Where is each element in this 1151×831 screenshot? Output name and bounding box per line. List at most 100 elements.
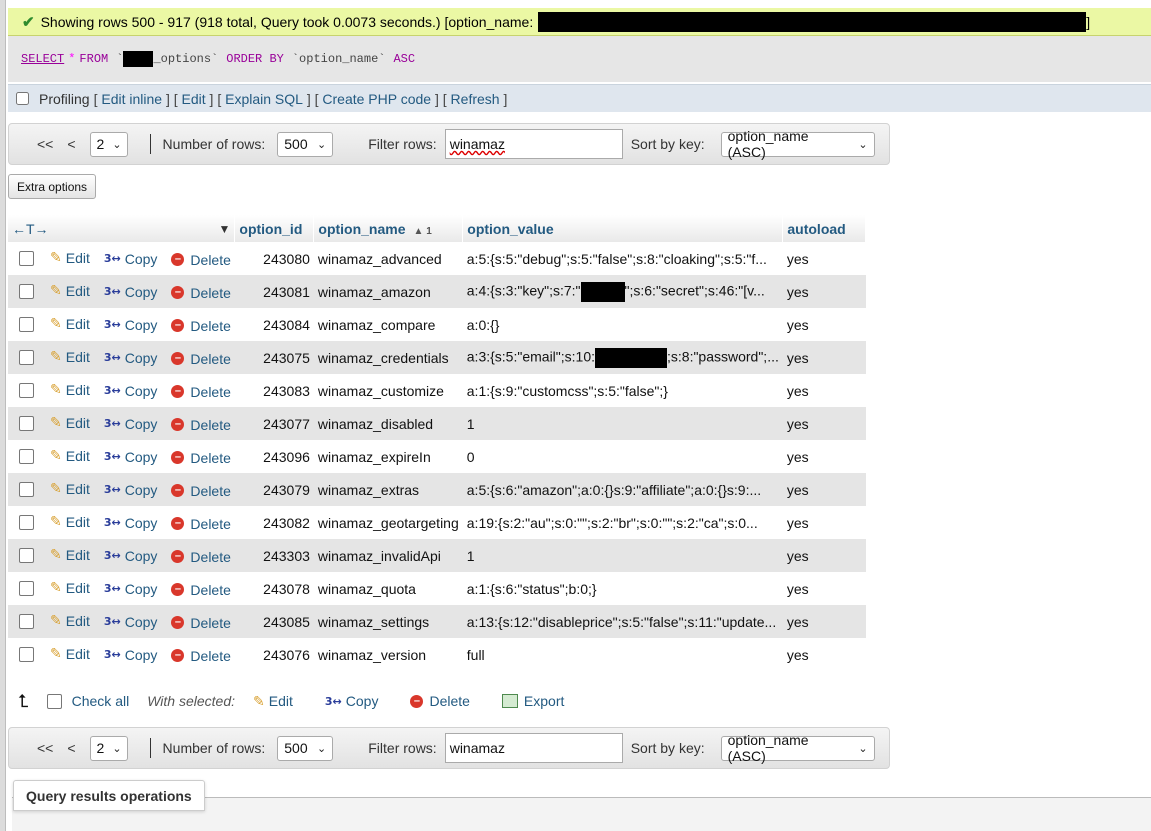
edit-button[interactable]: ✎ Edit [50,480,90,497]
edit-link[interactable]: Edit [182,91,206,107]
copy-button[interactable]: 3↔ Copy [104,416,158,432]
edit-button[interactable]: ✎ Edit [50,381,90,398]
copy-button[interactable]: 3↔ Copy [104,581,158,597]
delete-button[interactable]: – Delete [171,384,231,400]
header-autoload[interactable]: autoload [782,215,867,242]
header-option-name[interactable]: option_name ▲ 1 [313,215,464,242]
first-page-button[interactable]: << [37,136,53,152]
filter-input-bottom[interactable]: winamaz [444,733,623,763]
row-checkbox[interactable] [19,416,34,432]
option-value-cell[interactable]: a:0:{} [462,308,783,341]
page-select-bottom[interactable]: 2 ⌄ [89,735,128,761]
option-id-cell[interactable]: 243075 [234,341,314,374]
copy-button[interactable]: 3↔ Copy [104,350,158,366]
sql-select[interactable]: SELECT [21,52,64,66]
row-checkbox[interactable] [19,548,34,564]
delete-button[interactable]: – Delete [171,648,231,664]
autoload-cell[interactable]: yes [782,506,866,539]
row-checkbox[interactable] [19,515,34,531]
row-checkbox[interactable] [19,383,34,399]
option-name-cell[interactable]: winamaz_settings [313,605,463,638]
edit-button[interactable]: ✎ Edit [50,546,90,563]
delete-button[interactable]: – Delete [171,285,231,301]
bulk-delete-button[interactable]: – Delete [410,693,470,709]
autoload-cell[interactable]: yes [782,605,866,638]
option-name-cell[interactable]: winamaz_credentials [313,341,463,374]
option-id-cell[interactable]: 243080 [234,242,314,275]
prev-page-button-bottom[interactable]: < [67,740,75,756]
row-checkbox[interactable] [19,251,34,267]
filter-input[interactable]: winamaz [444,129,623,159]
option-value-cell[interactable]: a:3:{s:5:"email";s:10: ;s:8:"password";..… [462,341,783,374]
extra-options-button[interactable]: Extra options [8,174,97,199]
autoload-cell[interactable]: yes [782,341,866,374]
option-value-cell[interactable]: a:4:{s:3:"key";s:7:" ";s:6:"secret";s:46:… [462,275,783,308]
option-name-cell[interactable]: winamaz_version [313,638,463,671]
option-value-cell[interactable]: a:5:{s:6:"amazon";a:0:{}s:9:"affiliate";… [462,473,783,506]
edit-button[interactable]: ✎ Edit [50,282,90,299]
edit-inline-link[interactable]: Edit inline [101,91,162,107]
sort-select-bottom[interactable]: option_name (ASC) ⌄ [720,732,875,764]
option-id-cell[interactable]: 243303 [234,539,314,572]
row-checkbox[interactable] [19,581,34,597]
option-id-cell[interactable]: 243084 [234,308,314,341]
bulk-copy-button[interactable]: 3↔ Copy [325,693,379,709]
check-all-checkbox[interactable] [46,693,62,709]
copy-button[interactable]: 3↔ Copy [104,251,158,267]
autoload-cell[interactable]: yes [782,539,866,572]
delete-button[interactable]: – Delete [171,417,231,433]
delete-button[interactable]: – Delete [171,549,231,565]
copy-button[interactable]: 3↔ Copy [104,548,158,564]
option-value-cell[interactable]: a:1:{s:6:"status";b:0;} [462,572,783,605]
edit-button[interactable]: ✎ Edit [50,414,90,431]
option-value-cell[interactable]: 0 [462,440,783,473]
row-checkbox[interactable] [19,284,34,300]
page-select[interactable]: 2 ⌄ [89,131,128,157]
header-option-id[interactable]: option_id [234,215,315,242]
option-id-cell[interactable]: 243096 [234,440,314,473]
copy-button[interactable]: 3↔ Copy [104,284,158,300]
header-option-value[interactable]: option_value [462,215,784,242]
option-id-cell[interactable]: 243083 [234,374,314,407]
autoload-cell[interactable]: yes [782,275,866,308]
option-name-cell[interactable]: winamaz_quota [313,572,463,605]
copy-button[interactable]: 3↔ Copy [104,449,158,465]
copy-button[interactable]: 3↔ Copy [104,515,158,531]
option-id-cell[interactable]: 243078 [234,572,314,605]
option-name-cell[interactable]: winamaz_compare [313,308,463,341]
copy-button[interactable]: 3↔ Copy [104,614,158,630]
copy-button[interactable]: 3↔ Copy [104,482,158,498]
row-checkbox[interactable] [19,482,34,498]
row-checkbox[interactable] [19,350,34,366]
option-id-cell[interactable]: 243081 [234,275,314,308]
option-name-cell[interactable]: winamaz_extras [313,473,463,506]
delete-button[interactable]: – Delete [171,450,231,466]
sort-select[interactable]: option_name (ASC) ⌄ [720,128,875,160]
option-value-cell[interactable]: a:1:{s:9:"customcss";s:5:"false";} [462,374,783,407]
row-checkbox[interactable] [19,449,34,465]
option-id-cell[interactable]: 243076 [234,638,314,671]
dropdown-icon[interactable]: ▼ [219,222,231,236]
option-name-cell[interactable]: winamaz_geotargeting [313,506,463,539]
delete-button[interactable]: – Delete [171,351,231,367]
option-id-cell[interactable]: 243082 [234,506,314,539]
edit-button[interactable]: ✎ Edit [50,612,90,629]
copy-button[interactable]: 3↔ Copy [104,317,158,333]
rows-select[interactable]: 500 ⌄ [277,131,334,157]
copy-button[interactable]: 3↔ Copy [104,383,158,399]
row-checkbox[interactable] [19,647,34,663]
option-name-cell[interactable]: winamaz_customize [313,374,463,407]
autoload-cell[interactable]: yes [782,374,866,407]
row-checkbox[interactable] [19,317,34,333]
edit-button[interactable]: ✎ Edit [50,315,90,332]
autoload-cell[interactable]: yes [782,638,866,671]
explain-sql-link[interactable]: Explain SQL [225,91,303,107]
edit-button[interactable]: ✎ Edit [50,348,90,365]
first-page-button-bottom[interactable]: << [37,740,53,756]
option-name-cell[interactable]: winamaz_disabled [313,407,463,440]
option-id-cell[interactable]: 243077 [234,407,314,440]
row-checkbox[interactable] [19,614,34,630]
option-value-cell[interactable]: a:13:{s:12:"disableprice";s:5:"false";s:… [462,605,783,638]
copy-button[interactable]: 3↔ Copy [104,647,158,663]
autoload-cell[interactable]: yes [782,242,866,275]
